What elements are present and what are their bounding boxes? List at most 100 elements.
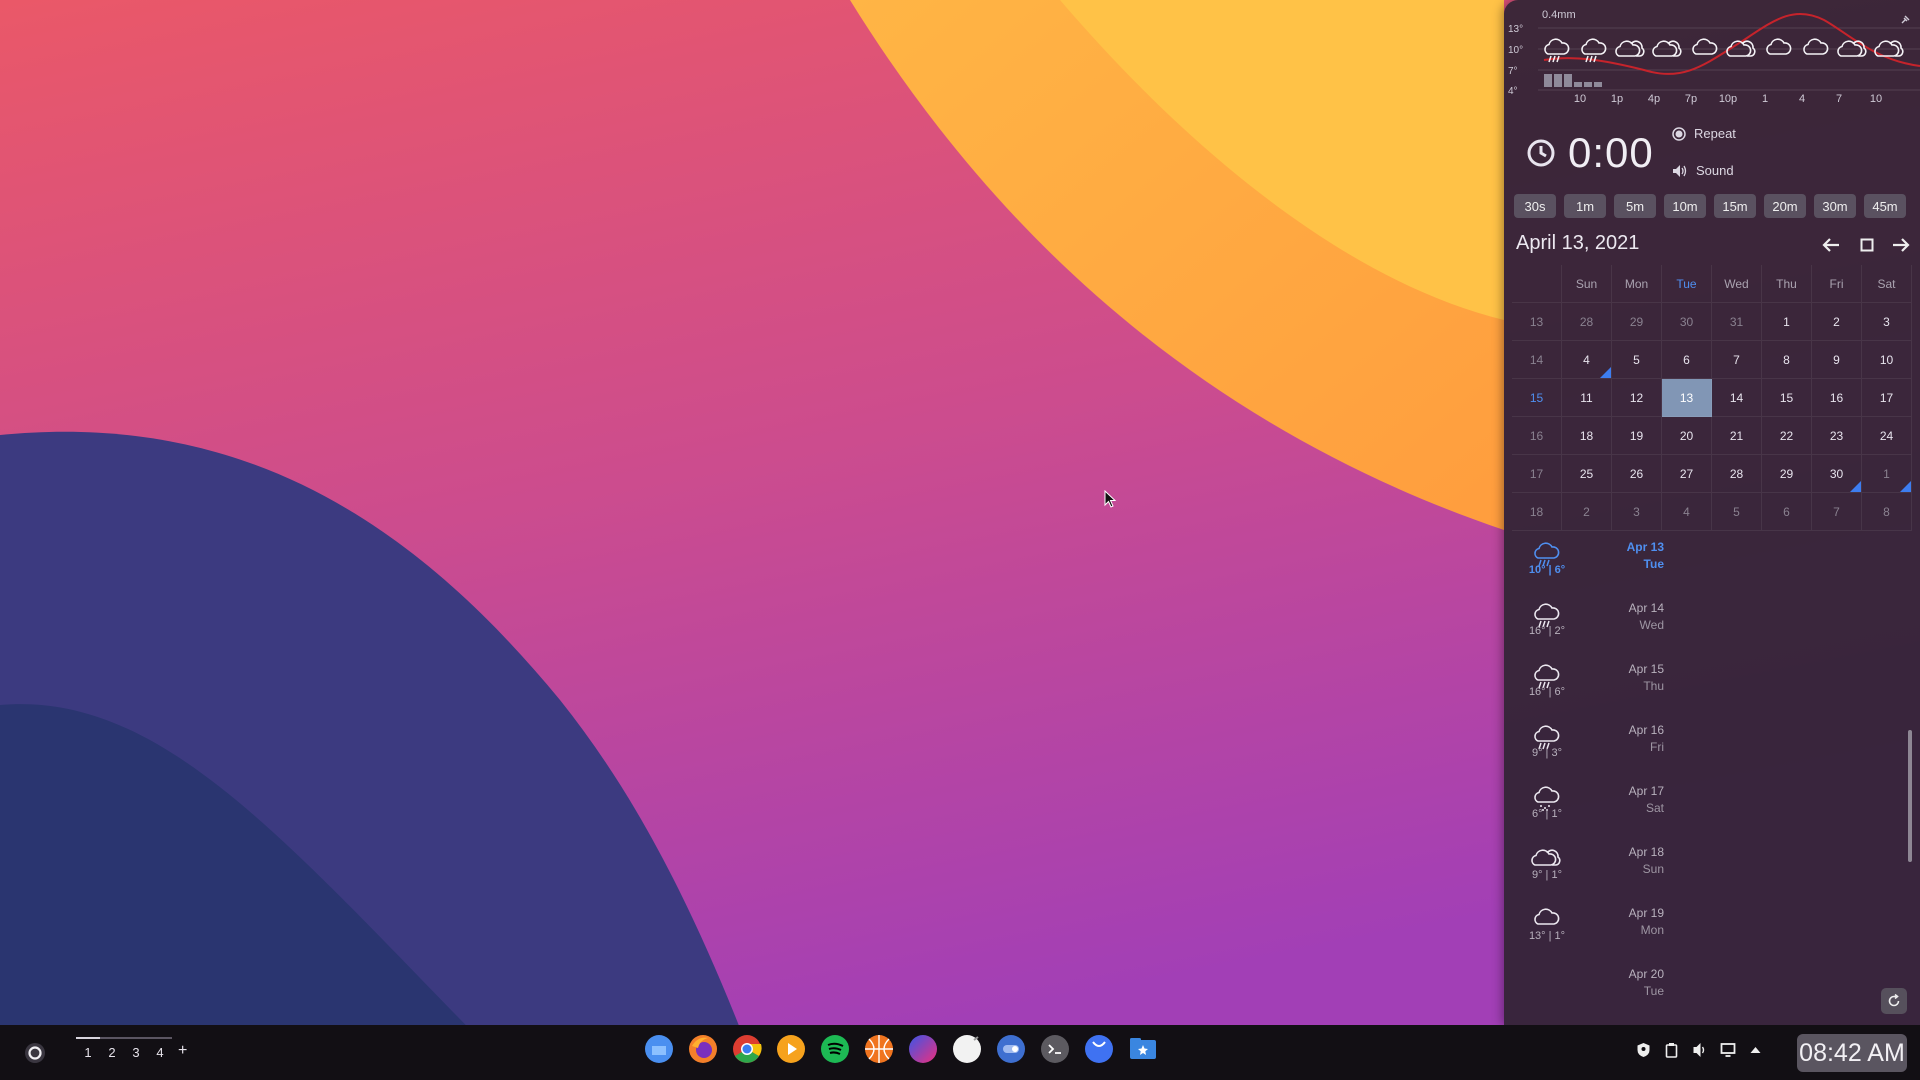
calendar-day[interactable]: 2	[1812, 303, 1862, 341]
calendar-day[interactable]: 1	[1762, 303, 1812, 341]
folder-app-button[interactable]	[1128, 1034, 1158, 1064]
calendar-day[interactable]: 25	[1562, 455, 1612, 493]
workspace-4[interactable]: 4	[148, 1037, 172, 1060]
scrollbar[interactable]	[1908, 730, 1912, 862]
forecast-day[interactable]: 13° | 1° Apr 19 Mon	[1504, 898, 1920, 959]
calendar-day[interactable]: 23	[1812, 417, 1862, 455]
calendar-day[interactable]: 20	[1662, 417, 1712, 455]
forecast-temps: 16° | 2°	[1528, 625, 1566, 637]
calendar-day[interactable]: 21	[1712, 417, 1762, 455]
forecast-day[interactable]: 16° | 6° Apr 15 Thu	[1504, 654, 1920, 715]
forecast-temps: 9° | 3°	[1531, 747, 1562, 759]
calendar-day[interactable]: 3	[1612, 493, 1662, 531]
forecast-day[interactable]: 9° | 3° Apr 16 Fri	[1504, 715, 1920, 776]
calendar-day[interactable]: 29	[1762, 455, 1812, 493]
workspace-1[interactable]: 1	[76, 1037, 100, 1060]
calendar-day[interactable]: 5	[1712, 493, 1762, 531]
calendar-day[interactable]: 26	[1612, 455, 1662, 493]
gradient-app-app-button[interactable]	[908, 1034, 938, 1064]
calendar-title: April 13, 2021	[1516, 232, 1640, 254]
calendar-day[interactable]: 1	[1862, 455, 1912, 493]
timer-preset-30s[interactable]: 30s	[1514, 194, 1556, 218]
calendar-day[interactable]: 30	[1812, 455, 1862, 493]
calendar-day[interactable]: 7	[1712, 341, 1762, 379]
white-circle-app-app-button[interactable]	[952, 1034, 982, 1064]
forecast-day[interactable]: 10° | 6° Apr 13 Tue	[1504, 532, 1920, 593]
calendar-day[interactable]: 7	[1812, 493, 1862, 531]
mail-app-button[interactable]	[1084, 1034, 1114, 1064]
calendar-day[interactable]: 12	[1612, 379, 1662, 417]
timer-preset-20m[interactable]: 20m	[1764, 194, 1806, 218]
timer-preset-15m[interactable]: 15m	[1714, 194, 1756, 218]
clipboard-icon[interactable]	[1664, 1042, 1680, 1058]
calendar-day[interactable]: 8	[1762, 341, 1812, 379]
pin-icon[interactable]	[1900, 14, 1910, 28]
forecast-day[interactable]: Apr 20 Tue	[1504, 959, 1920, 1020]
repeat-toggle[interactable]: Repeat	[1672, 126, 1736, 141]
calendar-day[interactable]: 14	[1712, 379, 1762, 417]
side-panel: 0.4mm 13° 10° 7° 4° 10 1p 4p 7p 10p 1 4 7 10 0:00 R…	[1504, 0, 1920, 1025]
clock-button[interactable]: 08:42 AM	[1797, 1034, 1907, 1072]
launcher-button[interactable]	[24, 1042, 46, 1064]
refresh-icon	[1888, 994, 1900, 1007]
calendar-day[interactable]: 4	[1562, 341, 1612, 379]
timer-preset-5m[interactable]: 5m	[1614, 194, 1656, 218]
week-number: 17	[1512, 455, 1562, 493]
forecast-day[interactable]: 16° | 2° Apr 14 Wed	[1504, 593, 1920, 654]
terminal-app-button[interactable]	[1040, 1034, 1070, 1064]
toggle-app-app-button[interactable]	[996, 1034, 1026, 1064]
calendar-day[interactable]: 2	[1562, 493, 1612, 531]
calendar-day[interactable]: 29	[1612, 303, 1662, 341]
basketball-app-app-button[interactable]	[864, 1034, 894, 1064]
refresh-button[interactable]	[1881, 988, 1907, 1014]
calendar-day[interactable]: 28	[1562, 303, 1612, 341]
calendar-day[interactable]: 3	[1862, 303, 1912, 341]
calendar-day[interactable]: 27	[1662, 455, 1712, 493]
timer-preset-45m[interactable]: 45m	[1864, 194, 1906, 218]
forecast-weekday: Tue	[1643, 984, 1664, 998]
chrome-app-button[interactable]	[732, 1034, 762, 1064]
calendar-day[interactable]: 22	[1762, 417, 1812, 455]
volume-icon[interactable]	[1692, 1042, 1708, 1058]
calendar-day[interactable]: 19	[1612, 417, 1662, 455]
workspace-3[interactable]: 3	[124, 1037, 148, 1060]
next-month-button[interactable]	[1888, 232, 1914, 258]
calendar-day[interactable]: 17	[1862, 379, 1912, 417]
calendar-day[interactable]: 6	[1762, 493, 1812, 531]
today-button[interactable]	[1854, 232, 1880, 258]
calendar-day[interactable]: 16	[1812, 379, 1862, 417]
timer-display[interactable]: 0:00	[1568, 129, 1654, 177]
forecast-day[interactable]: 9° | 1° Apr 18 Sun	[1504, 837, 1920, 898]
firefox-app-button[interactable]	[688, 1034, 718, 1064]
calendar-day[interactable]: 9	[1812, 341, 1862, 379]
timer-preset-10m[interactable]: 10m	[1664, 194, 1706, 218]
calendar-day-selected[interactable]: 13	[1662, 379, 1712, 417]
shield-icon[interactable]	[1636, 1042, 1652, 1058]
calendar-day[interactable]: 30	[1662, 303, 1712, 341]
calendar-day[interactable]: 18	[1562, 417, 1612, 455]
media-player-app-button[interactable]	[776, 1034, 806, 1064]
files-app-button[interactable]	[644, 1034, 674, 1064]
timer-preset-30m[interactable]: 30m	[1814, 194, 1856, 218]
sound-toggle[interactable]: Sound	[1672, 163, 1734, 178]
calendar-day[interactable]: 15	[1762, 379, 1812, 417]
terminal-icon	[1041, 1035, 1069, 1063]
calendar-day[interactable]: 24	[1862, 417, 1912, 455]
arrow-left-icon	[1822, 238, 1839, 252]
add-workspace-button[interactable]: +	[178, 1043, 187, 1060]
prev-month-button[interactable]	[1818, 232, 1844, 258]
calendar-day[interactable]: 28	[1712, 455, 1762, 493]
calendar-day[interactable]: 5	[1612, 341, 1662, 379]
calendar-day[interactable]: 6	[1662, 341, 1712, 379]
calendar-day[interactable]: 8	[1862, 493, 1912, 531]
spotify-app-button[interactable]	[820, 1034, 850, 1064]
chevron-up-icon[interactable]	[1748, 1042, 1764, 1058]
calendar-day[interactable]: 4	[1662, 493, 1712, 531]
display-icon[interactable]	[1720, 1042, 1736, 1058]
calendar-day[interactable]: 31	[1712, 303, 1762, 341]
calendar-day[interactable]: 11	[1562, 379, 1612, 417]
timer-preset-1m[interactable]: 1m	[1564, 194, 1606, 218]
calendar-day[interactable]: 10	[1862, 341, 1912, 379]
workspace-2[interactable]: 2	[100, 1037, 124, 1060]
forecast-day[interactable]: 6° | 1° Apr 17 Sat	[1504, 776, 1920, 837]
